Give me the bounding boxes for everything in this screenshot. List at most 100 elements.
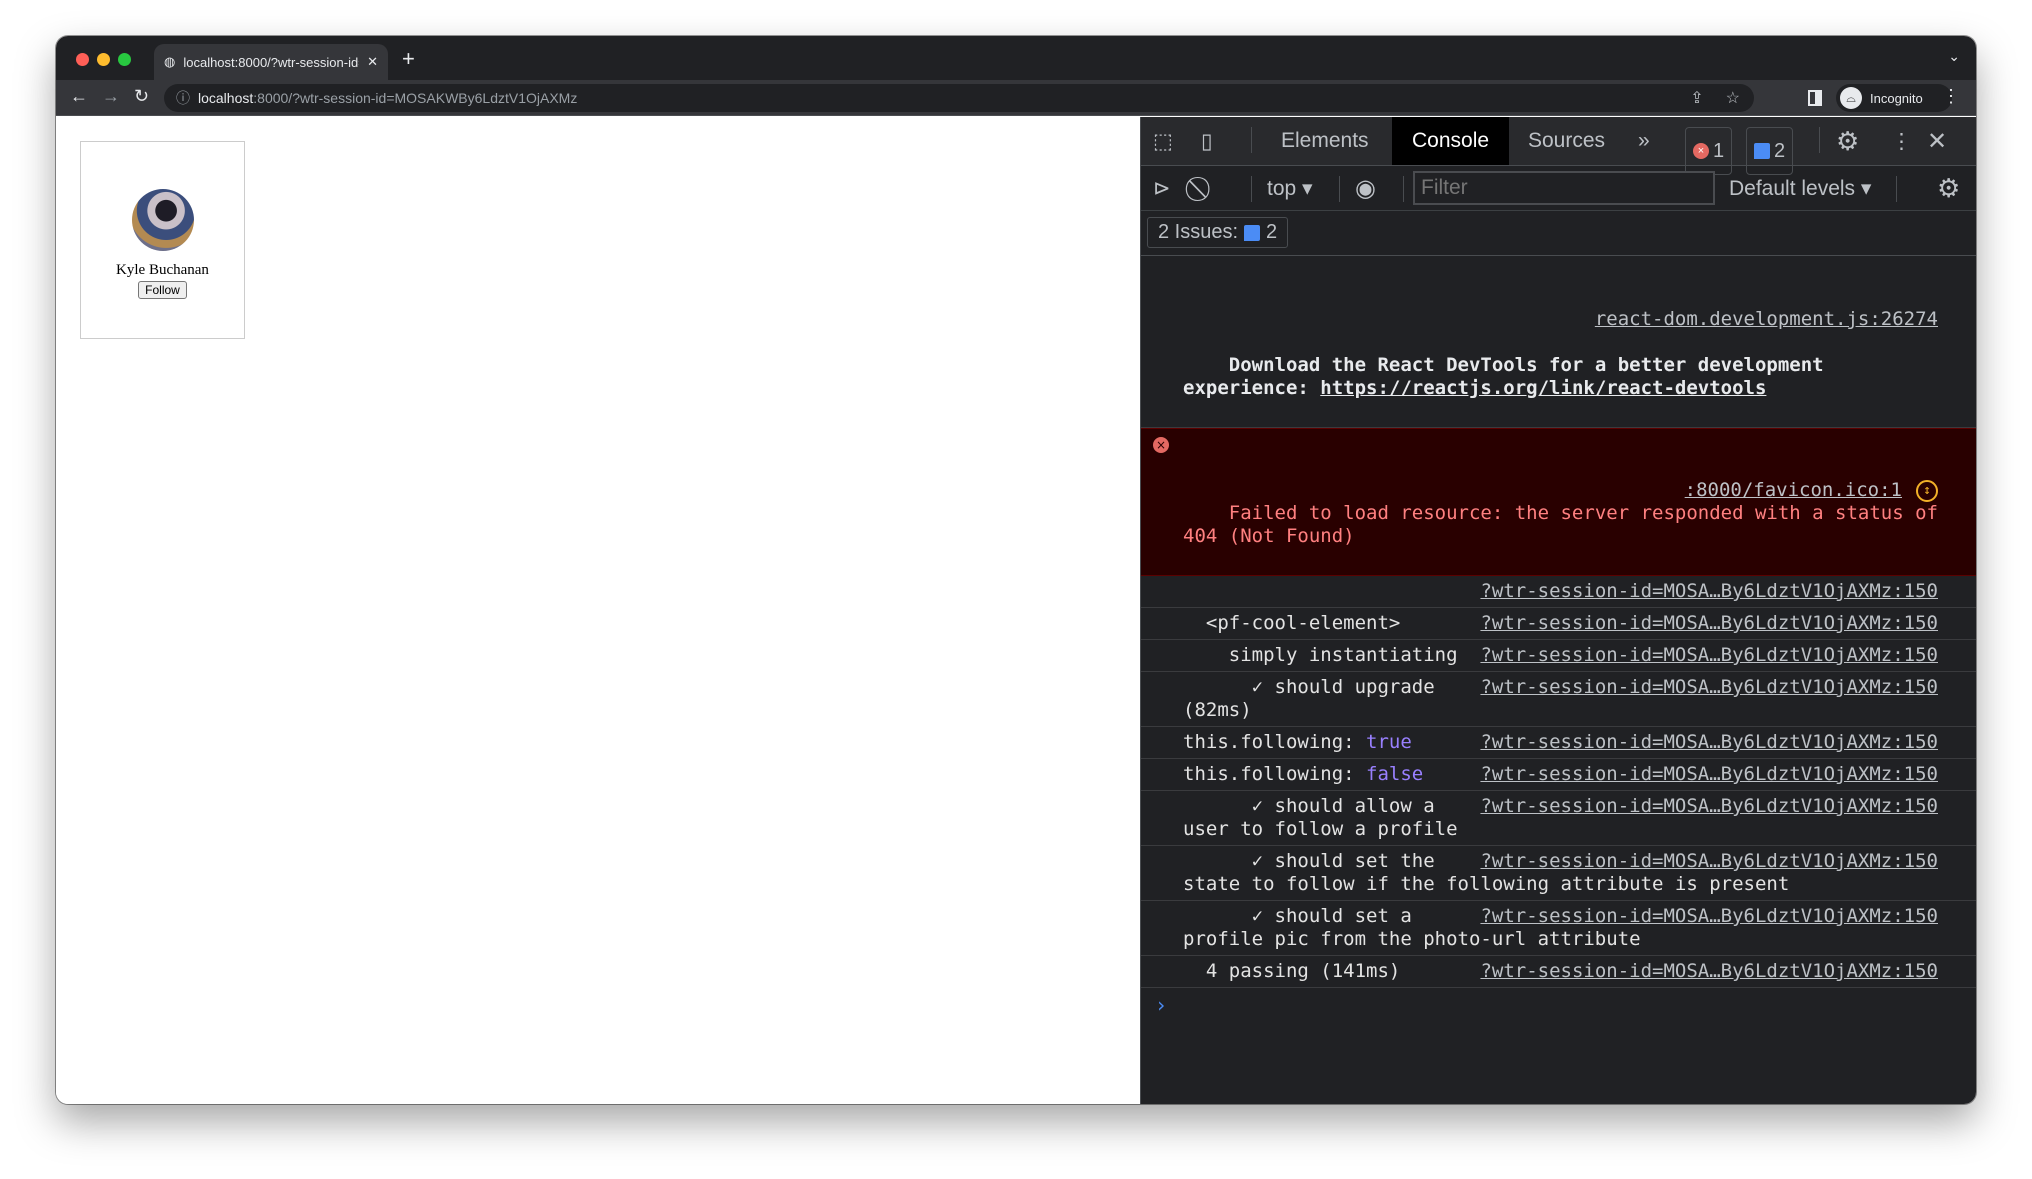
tab-search-chevron-icon[interactable]: ⌄ — [1948, 48, 1960, 65]
tab-console[interactable]: Console — [1392, 117, 1510, 165]
close-window-button[interactable] — [76, 53, 89, 66]
reload-icon[interactable]: ↻ — [134, 86, 149, 107]
browser-menu-icon[interactable]: ⋮ — [1942, 86, 1960, 107]
source-link[interactable]: ?wtr-session-id=MOSA…By6LdztV1OjAXMz:150 — [1480, 612, 1938, 635]
console-message: ?wtr-session-id=MOSA…By6LdztV1OjAXMz:150… — [1141, 846, 1976, 901]
source-link[interactable]: ?wtr-session-id=MOSA…By6LdztV1OjAXMz:150 — [1480, 644, 1938, 667]
url-path: :8000/?wtr-session-id=MOSAKWBy6LdztV1OjA… — [253, 90, 578, 106]
avatar — [131, 189, 194, 251]
address-bar[interactable]: ⓘ localhost:8000/?wtr-session-id=MOSAKWB… — [164, 84, 1754, 112]
error-icon: × — [1693, 143, 1709, 159]
profile-card: Kyle Buchanan Follow — [80, 141, 245, 339]
profile-name: Kyle Buchanan — [116, 262, 209, 278]
source-link[interactable]: ?wtr-session-id=MOSA…By6LdztV1OjAXMz:150 — [1480, 960, 1938, 983]
tab-title: localhost:8000/?wtr-session-id=MOSAKWBy6… — [183, 54, 359, 70]
console-settings-gear-icon[interactable]: ⚙ — [1937, 166, 1960, 211]
forward-icon[interactable]: → — [102, 86, 120, 107]
console-prompt[interactable]: › — [1141, 988, 1976, 1023]
maximize-window-button[interactable] — [118, 53, 131, 66]
context-select[interactable]: top ▾ — [1267, 166, 1313, 211]
console-message: ?wtr-session-id=MOSA…By6LdztV1OjAXMz:150 — [1141, 576, 1976, 608]
log-levels-select[interactable]: Default levels ▾ — [1729, 166, 1871, 211]
close-tab-icon[interactable]: ✕ — [367, 54, 378, 70]
console-message: ?wtr-session-id=MOSA…By6LdztV1OjAXMz:150… — [1141, 727, 1976, 759]
browser-tab[interactable]: ◍ localhost:8000/?wtr-session-id=MOSAKWB… — [154, 44, 388, 80]
message-text: ✓ should allow a user to follow a profil… — [1183, 795, 1458, 840]
device-toolbar-icon[interactable]: ▯ — [1201, 117, 1213, 165]
prompt-chevron-icon: › — [1155, 993, 1168, 1017]
tab-sources[interactable]: Sources — [1508, 117, 1625, 165]
url-host: localhost — [198, 90, 254, 106]
minimize-window-button[interactable] — [97, 53, 110, 66]
console-message: react-dom.development.js:26274 Download … — [1141, 256, 1976, 428]
console-message: ?wtr-session-id=MOSA…By6LdztV1OjAXMz:150… — [1141, 640, 1976, 672]
tab-strip: ◍ localhost:8000/?wtr-session-id=MOSAKWB… — [56, 36, 1976, 80]
console-toolbar: ⊳ ⃠ top ▾ ◉ Default levels ▾ ⚙ — [1141, 166, 1976, 211]
context-value: top — [1267, 176, 1297, 200]
message-icon — [1244, 224, 1261, 241]
filter-input[interactable] — [1413, 171, 1715, 205]
console-message: ?wtr-session-id=MOSA…By6LdztV1OjAXMz:150… — [1141, 672, 1976, 727]
page-content: Kyle Buchanan Follow — [56, 117, 1140, 1104]
network-request-icon[interactable]: ↕ — [1916, 479, 1938, 502]
source-link[interactable]: ?wtr-session-id=MOSA…By6LdztV1OjAXMz:150 — [1480, 763, 1938, 786]
source-link[interactable]: ?wtr-session-id=MOSA…By6LdztV1OjAXMz:150 — [1480, 676, 1938, 699]
info-icon[interactable]: ⓘ — [176, 88, 190, 108]
devtools-link[interactable]: https://reactjs.org/link/react-devtools — [1320, 377, 1766, 399]
source-link[interactable]: :8000/favicon.ico:1 ↕ — [1685, 479, 1938, 502]
source-link[interactable]: ?wtr-session-id=MOSA…By6LdztV1OjAXMz:150 — [1480, 795, 1938, 818]
console-message: ?wtr-session-id=MOSA…By6LdztV1OjAXMz:150… — [1141, 608, 1976, 640]
live-expression-eye-icon[interactable]: ◉ — [1355, 166, 1376, 211]
source-link[interactable]: ?wtr-session-id=MOSA…By6LdztV1OjAXMz:150 — [1480, 850, 1938, 873]
incognito-label: Incognito — [1870, 90, 1923, 106]
issues-count: 2 — [1266, 221, 1278, 243]
settings-gear-icon[interactable]: ⚙ — [1836, 117, 1859, 165]
console-message: ?wtr-session-id=MOSA…By6LdztV1OjAXMz:150… — [1141, 791, 1976, 846]
message-text: ✓ should upgrade (82ms) — [1183, 676, 1447, 721]
issues-bar: 2 Issues: 2 — [1141, 211, 1976, 256]
message-text: <pf-cool-element> — [1183, 612, 1401, 634]
log-levels-value: Default levels — [1729, 176, 1856, 200]
issues-label: 2 Issues: — [1158, 221, 1239, 243]
close-devtools-icon[interactable]: ✕ — [1927, 117, 1947, 165]
devtools-panel: ⬚ ▯ Elements Console Sources » × 1 2 ⚙ ⋮ … — [1140, 117, 1976, 1104]
issues-button[interactable]: 2 Issues: 2 — [1147, 217, 1289, 248]
console-message: ?wtr-session-id=MOSA…By6LdztV1OjAXMz:150… — [1141, 901, 1976, 956]
devtools-menu-icon[interactable]: ⋮ — [1891, 117, 1912, 165]
message-icon — [1754, 143, 1770, 159]
console-messages: react-dom.development.js:26274 Download … — [1141, 256, 1976, 1023]
console-message: ?wtr-session-id=MOSA…By6LdztV1OjAXMz:150… — [1141, 759, 1976, 791]
message-text: 4 passing (141ms) — [1183, 960, 1401, 982]
incognito-icon: ⌓ — [1840, 87, 1862, 109]
message-text: this.following: — [1183, 731, 1367, 753]
message-text: Failed to load resource: the server resp… — [1183, 502, 1950, 547]
boolean-value: true — [1366, 731, 1412, 753]
follow-button[interactable]: Follow — [138, 281, 187, 299]
incognito-profile-button[interactable]: ⌓ Incognito — [1836, 84, 1952, 112]
source-link[interactable]: react-dom.development.js:26274 — [1183, 308, 1938, 331]
tab-elements[interactable]: Elements — [1261, 117, 1389, 165]
error-icon: × — [1153, 437, 1169, 453]
devtools-tabbar: ⬚ ▯ Elements Console Sources » × 1 2 ⚙ ⋮ … — [1141, 117, 1976, 175]
issue-count: 2 — [1774, 139, 1786, 162]
browser-window: ◍ localhost:8000/?wtr-session-id=MOSAKWB… — [56, 36, 1976, 1104]
bookmark-star-icon[interactable]: ☆ — [1726, 88, 1740, 108]
source-link[interactable]: ?wtr-session-id=MOSA…By6LdztV1OjAXMz:150 — [1480, 731, 1938, 754]
globe-icon: ◍ — [164, 54, 176, 69]
console-message: ?wtr-session-id=MOSA…By6LdztV1OjAXMz:150… — [1141, 956, 1976, 988]
error-count: 1 — [1713, 139, 1725, 162]
message-text: this.following: — [1183, 763, 1367, 785]
console-error-message: × :8000/favicon.ico:1 ↕ Failed to load re… — [1141, 428, 1976, 576]
side-panel-icon[interactable] — [1808, 90, 1822, 106]
inspect-element-icon[interactable]: ⬚ — [1153, 117, 1173, 165]
browser-toolbar: ← → ↻ ⓘ localhost:8000/?wtr-session-id=M… — [56, 80, 1976, 116]
source-link[interactable]: ?wtr-session-id=MOSA…By6LdztV1OjAXMz:150 — [1480, 905, 1938, 928]
more-tabs-icon[interactable]: » — [1638, 117, 1650, 165]
new-tab-button[interactable]: + — [402, 46, 415, 72]
source-link[interactable]: ?wtr-session-id=MOSA…By6LdztV1OjAXMz:150 — [1480, 580, 1938, 603]
message-text: simply instantiating — [1183, 644, 1458, 666]
sidebar-toggle-icon[interactable]: ⊳ — [1153, 166, 1171, 211]
boolean-value: false — [1366, 763, 1424, 785]
back-icon[interactable]: ← — [70, 86, 88, 107]
share-icon[interactable]: ⇪ — [1690, 88, 1703, 108]
